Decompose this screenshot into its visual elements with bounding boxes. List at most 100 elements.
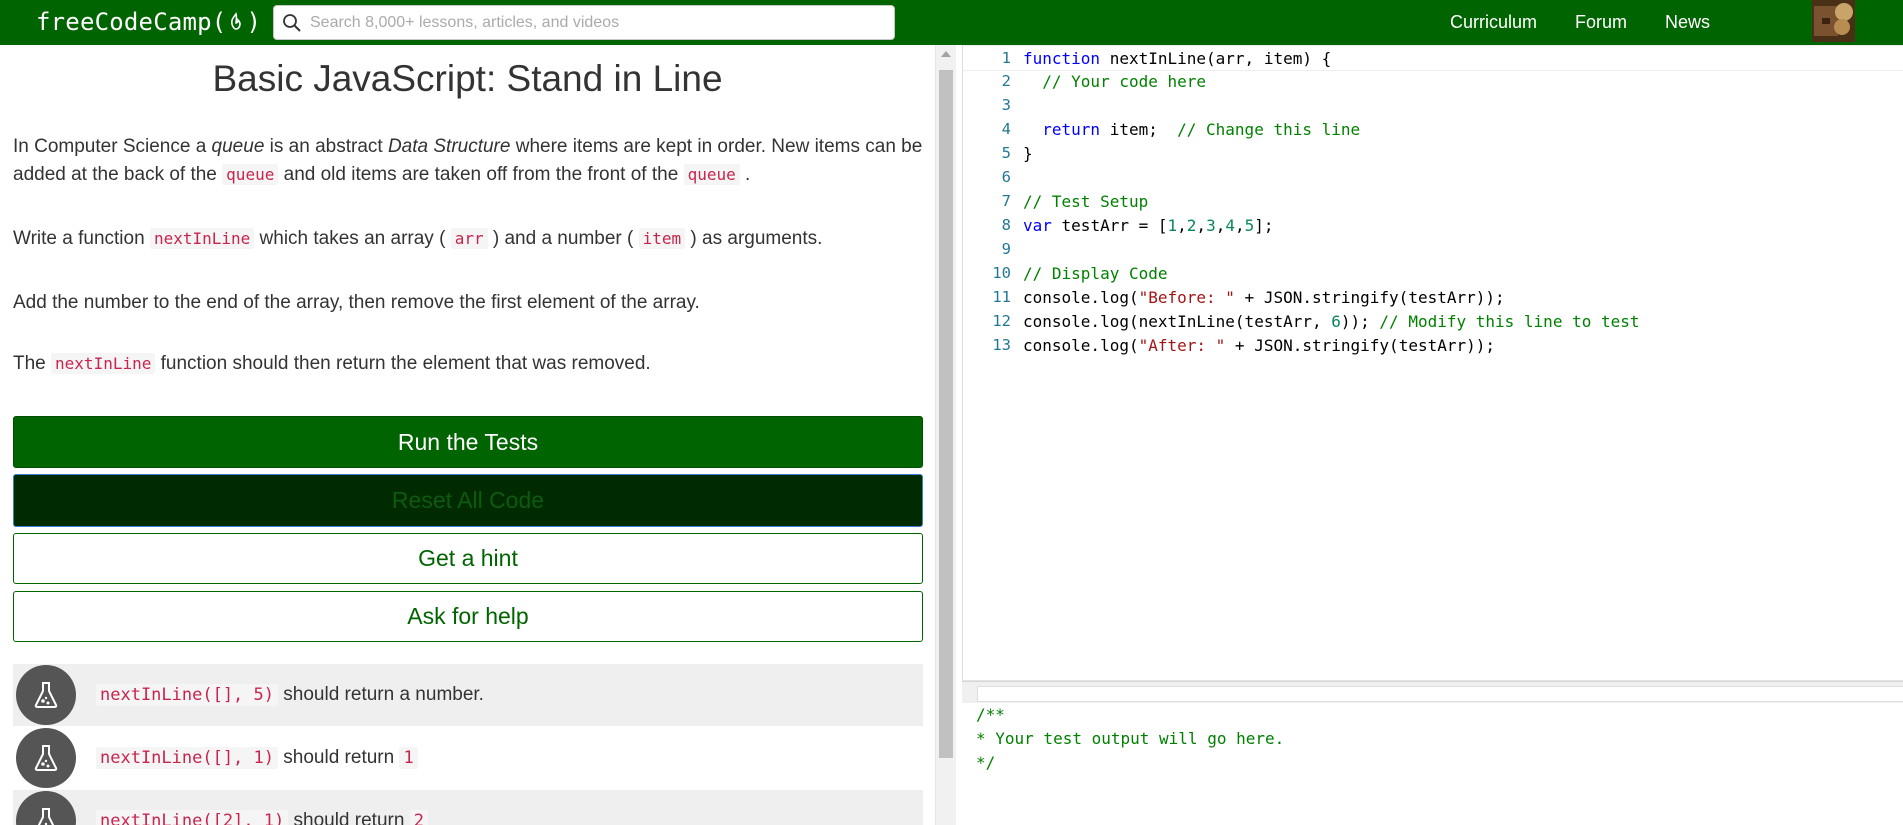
code-token: 2 [1186, 215, 1197, 235]
test-text: should return [278, 747, 400, 768]
description-paragraph-1: In Computer Science a queue is an abstra… [13, 133, 928, 189]
search-bar[interactable] [273, 5, 895, 40]
text-segment: . [739, 164, 751, 185]
code-token: // Display Code [1023, 263, 1168, 283]
left-panel-scrollbar[interactable] [935, 45, 956, 825]
ask-help-button[interactable]: Ask for help [13, 591, 923, 642]
text-segment: The [13, 353, 52, 374]
code-line: 1 function nextInLine(arr, item) { [963, 45, 1903, 71]
code-token: // Your code here [1023, 71, 1207, 91]
splitter-handle[interactable] [977, 686, 1903, 702]
code-token: )); [1340, 311, 1380, 331]
code-line: 10 // Display Code [963, 261, 1903, 285]
scroll-thumb[interactable] [939, 70, 953, 758]
text-segment: and old items are taken off from the fro… [278, 164, 684, 185]
code-token: + JSON.stringify(testArr)); [1234, 287, 1505, 307]
line-number: 10 [992, 264, 1011, 282]
code-token: + JSON.stringify(testArr)); [1225, 335, 1496, 355]
line-number: 7 [1001, 192, 1011, 210]
code-token: nextInLine(arr, item) { [1100, 48, 1332, 68]
test-code: nextInLine([2], 1) [96, 810, 289, 825]
code-line: 9 [963, 237, 1903, 261]
beaker-icon [16, 728, 76, 788]
beaker-icon [16, 665, 76, 725]
inline-code: nextInLine [51, 353, 156, 374]
code-line: 6 [963, 165, 1903, 189]
inline-code: nextInLine [149, 228, 255, 249]
test-description: nextInLine([], 1) should return 1 [96, 747, 418, 769]
line-number: 9 [1001, 240, 1011, 258]
search-icon [283, 13, 301, 32]
line-number: 13 [992, 336, 1011, 354]
code-line: 7 // Test Setup [963, 189, 1903, 213]
line-number: 8 [1001, 216, 1011, 234]
navbar: freeCodeCamp( ) Curriculum Forum News [0, 0, 1903, 45]
text-segment: is an abstract [264, 136, 388, 157]
code-token: // Test Setup [1023, 191, 1149, 211]
run-tests-button[interactable]: Run the Tests [13, 416, 923, 468]
test-expected-value: 2 [409, 810, 428, 825]
text-segment: function should then return the element … [155, 353, 651, 374]
code-token: // Change this line [1177, 119, 1361, 139]
scroll-up-arrow-icon[interactable] [941, 51, 951, 57]
code-token: // Modify this line to test [1379, 311, 1640, 331]
code-token: "After: " [1138, 335, 1226, 355]
avatar-image [1812, 0, 1855, 42]
test-expected-value: 1 [399, 747, 418, 769]
description-paragraph-4: The nextInLine function should then retu… [13, 350, 928, 378]
inline-code: item [638, 228, 686, 249]
line-number: 1 [1001, 49, 1011, 67]
code-line: 3 [963, 93, 1903, 117]
line-number: 2 [1001, 72, 1011, 90]
code-line: 2 // Your code here [963, 69, 1903, 93]
test-item: nextInLine([], 1) should return 1 [13, 727, 923, 789]
reset-code-button[interactable]: Reset All Code [13, 474, 923, 527]
logo-text-right: ) [246, 8, 262, 36]
emphasis-data-structure: Data Structure [387, 136, 511, 157]
editor-output-splitter[interactable] [962, 681, 1903, 704]
fcc-logo[interactable]: freeCodeCamp( ) [36, 6, 261, 38]
code-line: 12 console.log(nextInLine(testArr, 6)); /… [963, 309, 1903, 333]
code-line: 8 var testArr = [1,2,3,4,5]; [963, 213, 1903, 237]
test-text: should return [288, 810, 410, 825]
inline-code: queue [683, 164, 740, 185]
emphasis-queue: queue [211, 136, 265, 157]
test-description: nextInLine([], 5) should return a number… [96, 684, 484, 706]
get-hint-button[interactable]: Get a hint [13, 533, 923, 584]
challenge-panel: Basic JavaScript: Stand in Line In Compu… [0, 45, 935, 825]
test-description: nextInLine([2], 1) should return 2 [96, 810, 428, 825]
code-token: 6 [1331, 311, 1341, 331]
code-token: return [1023, 119, 1101, 139]
code-token: } [1023, 143, 1033, 163]
code-token: 4 [1225, 215, 1235, 235]
line-number: 5 [1001, 144, 1011, 162]
code-token: 3 [1206, 215, 1216, 235]
text-segment: ) as arguments. [685, 228, 823, 249]
code-editor[interactable]: 1 function nextInLine(arr, item) { 2 // Y… [962, 45, 1903, 681]
text-segment: In Computer Science a [13, 136, 212, 157]
test-code: nextInLine([], 1) [96, 747, 278, 769]
inline-code: arr [450, 228, 488, 249]
code-line: 13 console.log("After: " + JSON.stringify… [963, 333, 1903, 357]
code-token: testArr = [ [1051, 215, 1168, 235]
nav-link-forum[interactable]: Forum [1575, 12, 1627, 33]
text-segment: Write a function [13, 228, 150, 249]
challenge-title: Basic JavaScript: Stand in Line [212, 58, 723, 99]
flame-icon [231, 12, 242, 30]
nav-links: Curriculum Forum News [1450, 0, 1748, 45]
logo-text-left: freeCodeCamp( [36, 8, 227, 36]
code-line: 11 console.log("Before: " + JSON.stringif… [963, 285, 1903, 309]
avatar[interactable] [1812, 0, 1855, 42]
code-token: console.log( [1023, 335, 1139, 355]
code-token: console.log(nextInLine(testArr, [1023, 311, 1332, 331]
test-item: nextInLine([2], 1) should return 2 [13, 790, 923, 825]
text-segment: which takes an array ( [254, 228, 451, 249]
code-token: ]; [1254, 215, 1274, 235]
description-paragraph-2: Write a function nextInLine which takes … [13, 225, 928, 253]
search-input[interactable] [308, 12, 894, 33]
test-text: should return a number. [278, 684, 484, 705]
nav-link-news[interactable]: News [1665, 12, 1710, 33]
code-token: 1 [1167, 215, 1178, 235]
nav-link-curriculum[interactable]: Curriculum [1450, 12, 1537, 33]
code-token: 5 [1244, 215, 1255, 235]
